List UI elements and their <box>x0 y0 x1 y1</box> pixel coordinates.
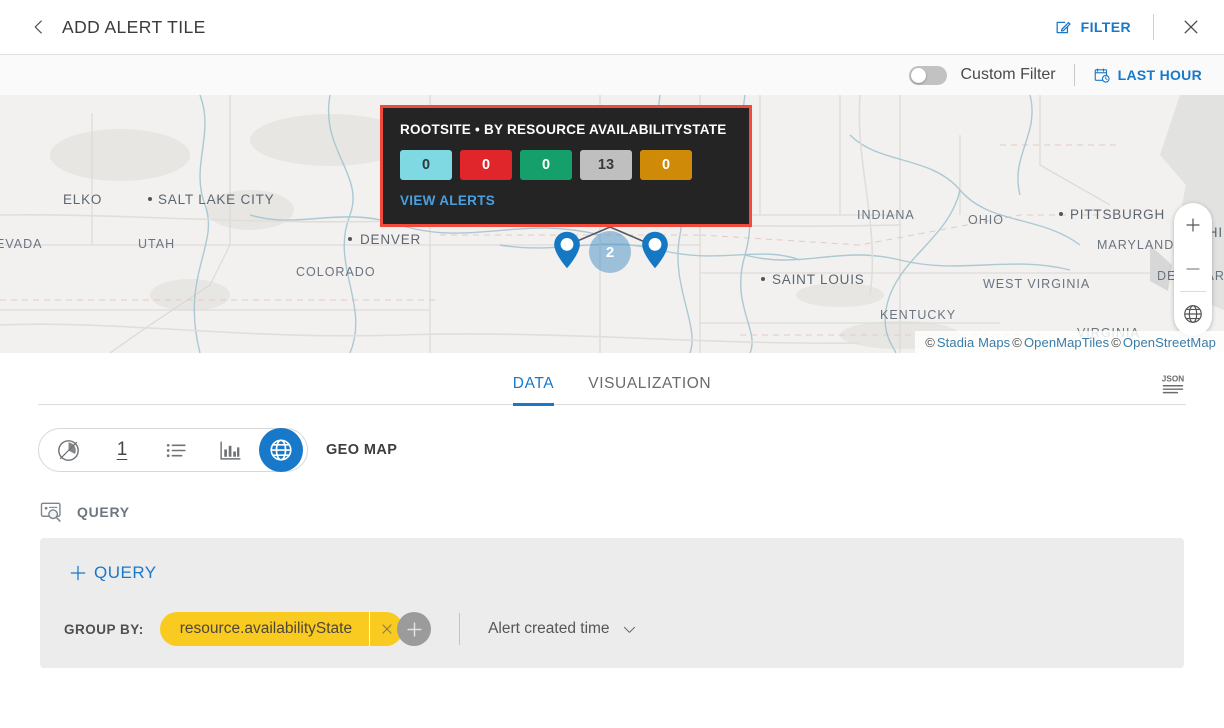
filter-label: FILTER <box>1080 19 1131 35</box>
json-icon: JSON <box>1162 374 1184 394</box>
status-badge[interactable]: 13 <box>580 150 632 180</box>
time-range-label: LAST HOUR <box>1117 67 1202 83</box>
globe-icon <box>1184 305 1202 323</box>
filter-button[interactable]: FILTER <box>1054 18 1131 37</box>
tab-data[interactable]: DATA <box>512 375 555 406</box>
copyright-symbol: © <box>1111 334 1121 350</box>
status-badge[interactable]: 0 <box>640 150 692 180</box>
attrib-openstreetmap[interactable]: OpenStreetMap <box>1123 335 1216 350</box>
group-by-row: GROUP BY: resource.availabilityState Ale… <box>64 612 638 646</box>
svg-text:JSON: JSON <box>1162 374 1184 383</box>
query-card: QUERY GROUP BY: resource.availabilitySta… <box>40 538 1184 668</box>
custom-filter-toggle[interactable] <box>908 65 947 85</box>
viz-option-bar-chart[interactable] <box>203 429 257 471</box>
zoom-in-button[interactable] <box>1174 203 1212 247</box>
edit-square-icon <box>1056 21 1071 33</box>
visualization-type-selector: 1 GEO MAP <box>38 428 397 472</box>
content-tabs: DATA VISUALIZATION JSON <box>0 353 1224 406</box>
plus-icon <box>406 621 422 637</box>
attrib-openmaptiles[interactable]: OpenMapTiles <box>1024 335 1109 350</box>
group-by-divider <box>459 613 461 645</box>
location-pin-icon <box>554 231 580 269</box>
add-query-button[interactable]: QUERY <box>68 563 157 583</box>
close-icon <box>381 624 392 634</box>
header-actions: FILTER <box>1054 0 1224 54</box>
group-by-chip[interactable]: resource.availabilityState <box>159 612 404 646</box>
viz-option-list[interactable] <box>149 429 203 471</box>
subbar-divider <box>1073 64 1075 86</box>
map-style-button[interactable] <box>1174 292 1212 336</box>
tabs-list: DATA VISUALIZATION <box>512 375 711 406</box>
tab-visualization[interactable]: VISUALIZATION <box>588 375 711 405</box>
status-badge[interactable]: 0 <box>400 150 452 180</box>
alert-popup-card: ROOTSITE • BY RESOURCE AVAILABILITYSTATE… <box>380 105 752 227</box>
close-button[interactable] <box>1176 12 1206 42</box>
cluster-count: 2 <box>605 243 615 261</box>
viz-option-donut-chart[interactable] <box>41 429 95 471</box>
status-badge[interactable]: 0 <box>520 150 572 180</box>
viz-option-single-value[interactable]: 1 <box>95 429 149 471</box>
chevron-left-icon <box>34 20 42 34</box>
close-icon <box>1184 20 1198 34</box>
geo-map[interactable]: NEVADA UTAH COLORADO NEW MEXICO OKLAHOMA… <box>0 95 1224 353</box>
time-field-dropdown[interactable]: Alert created time <box>488 620 637 638</box>
donut-chart-icon <box>57 439 79 461</box>
viz-selected-label: GEO MAP <box>326 442 398 458</box>
filter-subbar: Custom Filter LAST HOUR <box>0 55 1224 95</box>
header-divider <box>1153 14 1154 40</box>
minus-icon <box>1186 268 1200 270</box>
city-dot <box>761 277 765 281</box>
map-cluster-marker[interactable]: 2 <box>589 231 631 273</box>
add-group-by-button[interactable] <box>397 612 432 646</box>
status-badge[interactable]: 0 <box>460 150 512 180</box>
add-query-label: QUERY <box>94 563 157 582</box>
page-title: ADD ALERT TILE <box>62 16 206 37</box>
zoom-out-button[interactable] <box>1174 247 1212 291</box>
json-view-button[interactable]: JSON <box>1160 371 1186 397</box>
query-search-icon <box>40 502 61 522</box>
page-header: ADD ALERT TILE FILTER <box>0 0 1224 55</box>
group-by-label: GROUP BY: <box>64 621 144 637</box>
chevron-down-icon <box>623 626 635 633</box>
custom-filter-label: Custom Filter <box>960 66 1056 83</box>
map-pin-marker[interactable] <box>553 231 581 269</box>
query-section-label: QUERY <box>77 504 130 520</box>
city-dot <box>1059 212 1063 216</box>
location-pin-icon <box>642 231 668 269</box>
copyright-symbol: © <box>925 334 935 350</box>
copyright-symbol: © <box>1012 334 1022 350</box>
globe-icon <box>270 439 292 461</box>
popup-title: ROOTSITE • BY RESOURCE AVAILABILITYSTATE <box>400 122 727 137</box>
viz-option-geo-map[interactable] <box>259 428 303 472</box>
viz-pill: 1 <box>38 428 308 472</box>
map-pin-marker[interactable] <box>641 231 669 269</box>
time-range-button[interactable]: LAST HOUR <box>1093 66 1202 84</box>
attrib-stadia[interactable]: Stadia Maps <box>937 335 1010 350</box>
bar-chart-icon <box>219 440 241 460</box>
map-attribution: © Stadia Maps © OpenMapTiles © OpenStree… <box>915 331 1224 353</box>
toggle-knob <box>910 67 926 83</box>
city-dot <box>148 197 152 201</box>
calendar-clock-icon <box>1094 68 1110 83</box>
time-field-label: Alert created time <box>488 620 610 637</box>
map-zoom-controls <box>1174 203 1212 336</box>
city-dot <box>348 237 352 241</box>
query-section-header: QUERY <box>40 500 130 524</box>
list-icon <box>166 443 186 457</box>
plus-icon <box>1186 218 1200 232</box>
plus-icon <box>70 565 86 581</box>
popup-badges: 0 0 0 13 0 <box>383 137 749 180</box>
view-alerts-link[interactable]: VIEW ALERTS <box>383 180 495 208</box>
add-alert-tile-page: ADD ALERT TILE FILTER Custom Filter LAST… <box>0 0 1224 728</box>
group-by-chip-text: resource.availabilityState <box>179 620 353 637</box>
back-button[interactable] <box>22 10 56 44</box>
